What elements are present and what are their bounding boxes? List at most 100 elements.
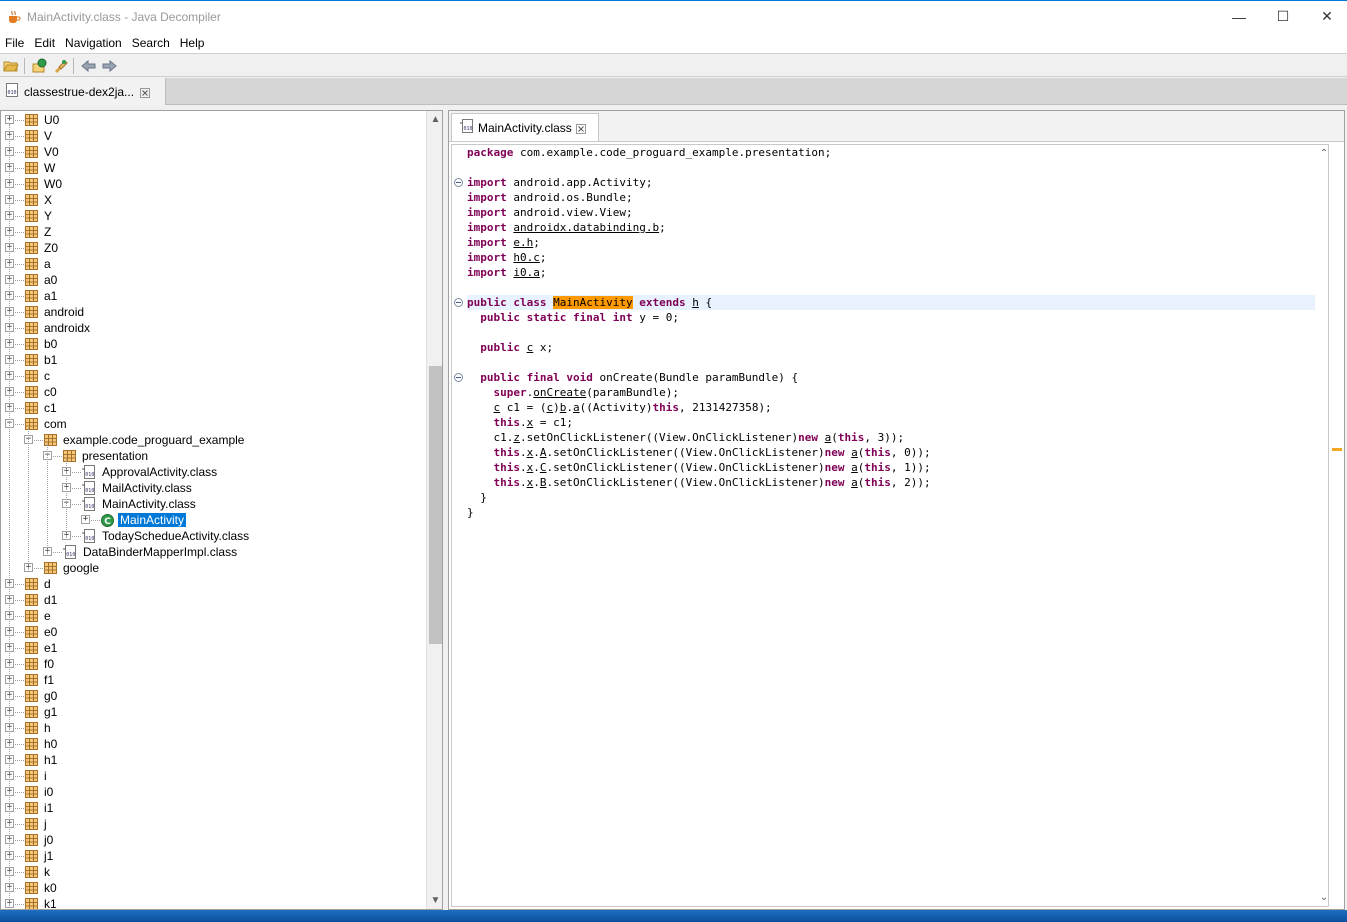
method-link[interactable]: onCreate bbox=[533, 386, 586, 399]
tree-item[interactable]: i0 bbox=[25, 784, 55, 800]
overview-ruler-marker[interactable] bbox=[1332, 448, 1342, 451]
tree-item[interactable]: j1 bbox=[25, 848, 55, 864]
tree-item[interactable]: Y bbox=[25, 208, 54, 224]
type-link[interactable]: c bbox=[494, 401, 501, 414]
scrollbar-thumb[interactable] bbox=[429, 366, 442, 644]
tree-item[interactable]: com bbox=[25, 416, 69, 432]
editor-tab[interactable]: 010 MainActivity.class bbox=[451, 113, 599, 141]
import-link[interactable]: h0.c bbox=[513, 251, 540, 264]
type-link[interactable]: a bbox=[851, 461, 858, 474]
tree-item[interactable]: android bbox=[25, 304, 86, 320]
tree-item[interactable]: W bbox=[25, 160, 57, 176]
tree-item[interactable]: Z bbox=[25, 224, 53, 240]
close-editor-tab-icon[interactable] bbox=[575, 123, 586, 134]
tree-item[interactable]: h0 bbox=[25, 736, 59, 752]
tree-item[interactable]: f1 bbox=[25, 672, 56, 688]
tree-item[interactable]: g0 bbox=[25, 688, 59, 704]
tree-item[interactable]: f0 bbox=[25, 656, 56, 672]
expand-icon[interactable]: + bbox=[5, 115, 14, 124]
tree-item[interactable]: U0 bbox=[25, 112, 61, 128]
tree-item[interactable]: 010 MailActivity.class bbox=[82, 480, 194, 496]
field-link[interactable]: C bbox=[540, 461, 547, 474]
minimize-button[interactable]: — bbox=[1216, 1, 1262, 32]
tree-item[interactable]: V0 bbox=[25, 144, 61, 160]
tree-item[interactable]: 010 MainActivity.class bbox=[82, 496, 198, 512]
import-link[interactable]: e.h bbox=[513, 236, 533, 249]
tree-item[interactable]: c0 bbox=[25, 384, 59, 400]
back-icon[interactable] bbox=[80, 57, 98, 75]
tree-item[interactable]: h1 bbox=[25, 752, 59, 768]
method-link[interactable]: a bbox=[573, 401, 580, 414]
tree-item[interactable]: Z0 bbox=[25, 240, 60, 256]
type-link[interactable]: a bbox=[851, 446, 858, 459]
field-link[interactable]: A bbox=[540, 446, 547, 459]
field-link[interactable]: x bbox=[527, 476, 534, 489]
tree-item[interactable]: c bbox=[25, 368, 52, 384]
tree-item[interactable]: e1 bbox=[25, 640, 59, 656]
maximize-button[interactable]: ☐ bbox=[1260, 1, 1306, 32]
fold-class-icon[interactable] bbox=[454, 298, 463, 307]
fold-method-icon[interactable] bbox=[454, 373, 463, 382]
tree-item[interactable]: h bbox=[25, 720, 53, 736]
tree-item[interactable]: 010 DataBinderMapperImpl.class bbox=[63, 544, 239, 560]
tree-item[interactable]: e bbox=[25, 608, 53, 624]
field-link[interactable]: x bbox=[527, 461, 534, 474]
tree-item[interactable]: d1 bbox=[25, 592, 59, 608]
tree-item[interactable]: androidx bbox=[25, 320, 92, 336]
field-link[interactable]: z bbox=[513, 431, 520, 444]
menu-help[interactable]: Help bbox=[175, 36, 210, 50]
tree-item[interactable]: X bbox=[25, 192, 54, 208]
superclass-link[interactable]: h bbox=[692, 296, 699, 309]
menu-navigation[interactable]: Navigation bbox=[60, 36, 127, 50]
tree-item[interactable]: example.code_proguard_example bbox=[44, 432, 246, 448]
open-type-hierarchy-icon[interactable] bbox=[51, 57, 69, 75]
tree-item[interactable]: k bbox=[25, 864, 52, 880]
field-link[interactable]: x bbox=[527, 446, 534, 459]
code-editor[interactable]: package com.example.code_proguard_exampl… bbox=[451, 144, 1329, 907]
fold-imports-icon[interactable] bbox=[454, 178, 463, 187]
file-tab[interactable]: 010 classestrue-dex2ja... bbox=[0, 78, 166, 105]
tree-item[interactable]: presentation bbox=[63, 448, 150, 464]
tree-item[interactable]: b1 bbox=[25, 352, 59, 368]
tree-item[interactable]: W0 bbox=[25, 176, 64, 192]
class-name-highlight[interactable]: MainActivity bbox=[553, 296, 633, 309]
close-tab-icon[interactable] bbox=[140, 87, 151, 98]
tree-item[interactable]: b0 bbox=[25, 336, 59, 352]
tree-item[interactable]: i1 bbox=[25, 800, 55, 816]
expand-icon[interactable]: + bbox=[81, 515, 90, 524]
open-type-icon[interactable] bbox=[31, 57, 49, 75]
forward-icon[interactable] bbox=[100, 57, 118, 75]
tree-item[interactable]: a1 bbox=[25, 288, 59, 304]
field-link[interactable]: B bbox=[540, 476, 547, 489]
tree-item[interactable]: j0 bbox=[25, 832, 55, 848]
menu-search[interactable]: Search bbox=[127, 36, 175, 50]
menu-file[interactable]: File bbox=[0, 36, 29, 50]
tree-scrollbar[interactable]: ▲ ▼ bbox=[426, 111, 442, 909]
open-file-icon[interactable] bbox=[2, 57, 20, 75]
menu-edit[interactable]: Edit bbox=[29, 36, 60, 50]
tree-item[interactable]: google bbox=[44, 560, 101, 576]
tree-item[interactable]: k1 bbox=[25, 896, 59, 909]
tree-item[interactable]: V bbox=[25, 128, 54, 144]
tree-item[interactable]: c1 bbox=[25, 400, 59, 416]
import-link[interactable]: i0.a bbox=[513, 266, 540, 279]
tree-item[interactable]: i bbox=[25, 768, 49, 784]
tree-item[interactable]: j bbox=[25, 816, 49, 832]
tree-item[interactable]: a bbox=[25, 256, 53, 272]
package-tree[interactable]: U0 + V + V0 + W + W0 + X + Y + Z + Z0 + a + a0 + a1 + android + an… bbox=[1, 111, 426, 909]
tree-item-selected[interactable]: C MainActivity bbox=[101, 512, 187, 528]
tree-item[interactable]: k0 bbox=[25, 880, 59, 896]
scroll-down-icon[interactable]: ▼ bbox=[427, 892, 442, 909]
tree-item[interactable]: d bbox=[25, 576, 53, 592]
scroll-down-icon[interactable]: ⌄ bbox=[1318, 889, 1328, 906]
editor-scrollbar[interactable]: ⌃ ⌄ bbox=[1318, 145, 1328, 906]
tree-item[interactable]: 010 ApprovalActivity.class bbox=[82, 464, 219, 480]
type-link[interactable]: c bbox=[546, 401, 553, 414]
type-link[interactable]: a bbox=[851, 476, 858, 489]
close-button[interactable]: ✕ bbox=[1304, 1, 1347, 32]
code-area[interactable]: package com.example.code_proguard_exampl… bbox=[467, 145, 1317, 906]
scroll-up-icon[interactable]: ⌃ bbox=[1318, 145, 1328, 162]
import-link[interactable]: androidx.databinding.b bbox=[513, 221, 659, 234]
tree-item[interactable]: a0 bbox=[25, 272, 59, 288]
type-link[interactable]: a bbox=[825, 431, 832, 444]
